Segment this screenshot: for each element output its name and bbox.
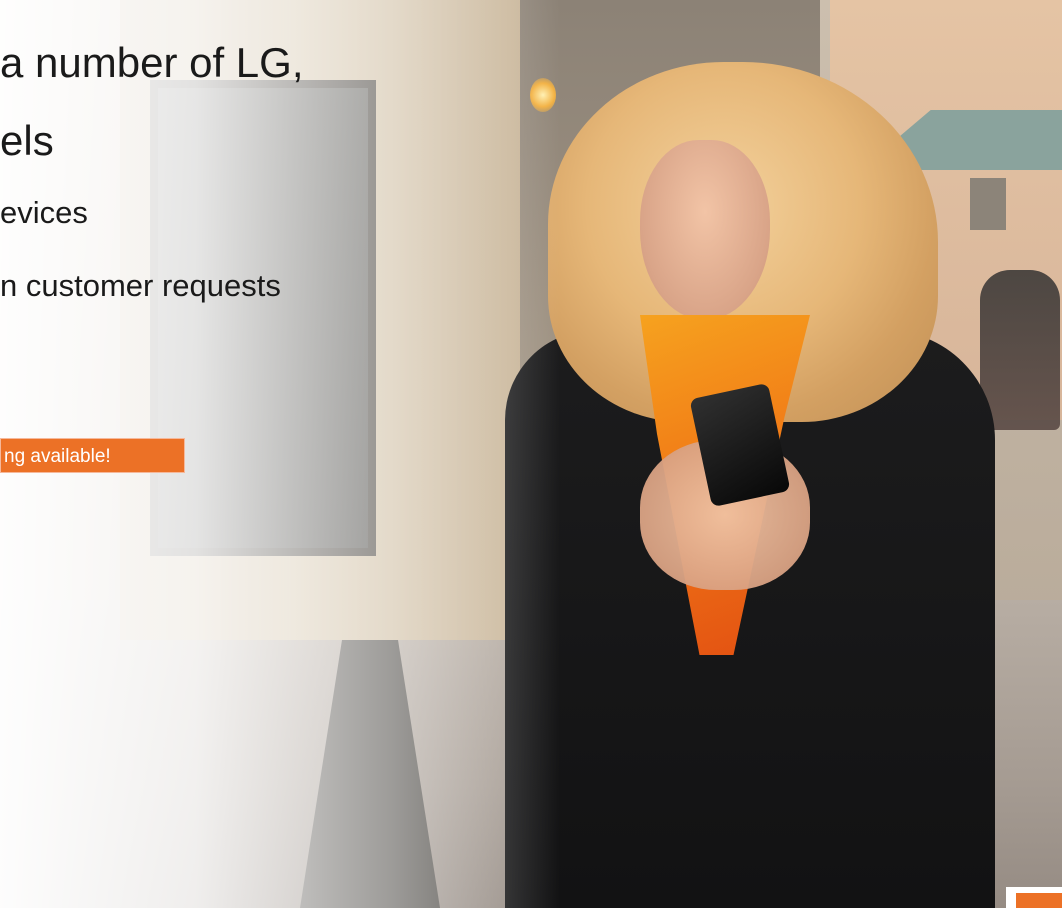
bullet-line-2: n customer requests <box>0 268 281 303</box>
corner-accent-tab <box>1006 887 1062 908</box>
heading-line-2: els <box>0 117 54 164</box>
corner-accent-tab-fill <box>1016 893 1062 908</box>
bullet-line-1: evices <box>0 195 88 230</box>
availability-callout: ng available! <box>0 438 185 473</box>
heading-line-1: a number of LG, <box>0 39 304 86</box>
slide: a number of LG, els evices n customer re… <box>0 0 1062 908</box>
slide-text: a number of LG, els evices n customer re… <box>0 0 1062 908</box>
